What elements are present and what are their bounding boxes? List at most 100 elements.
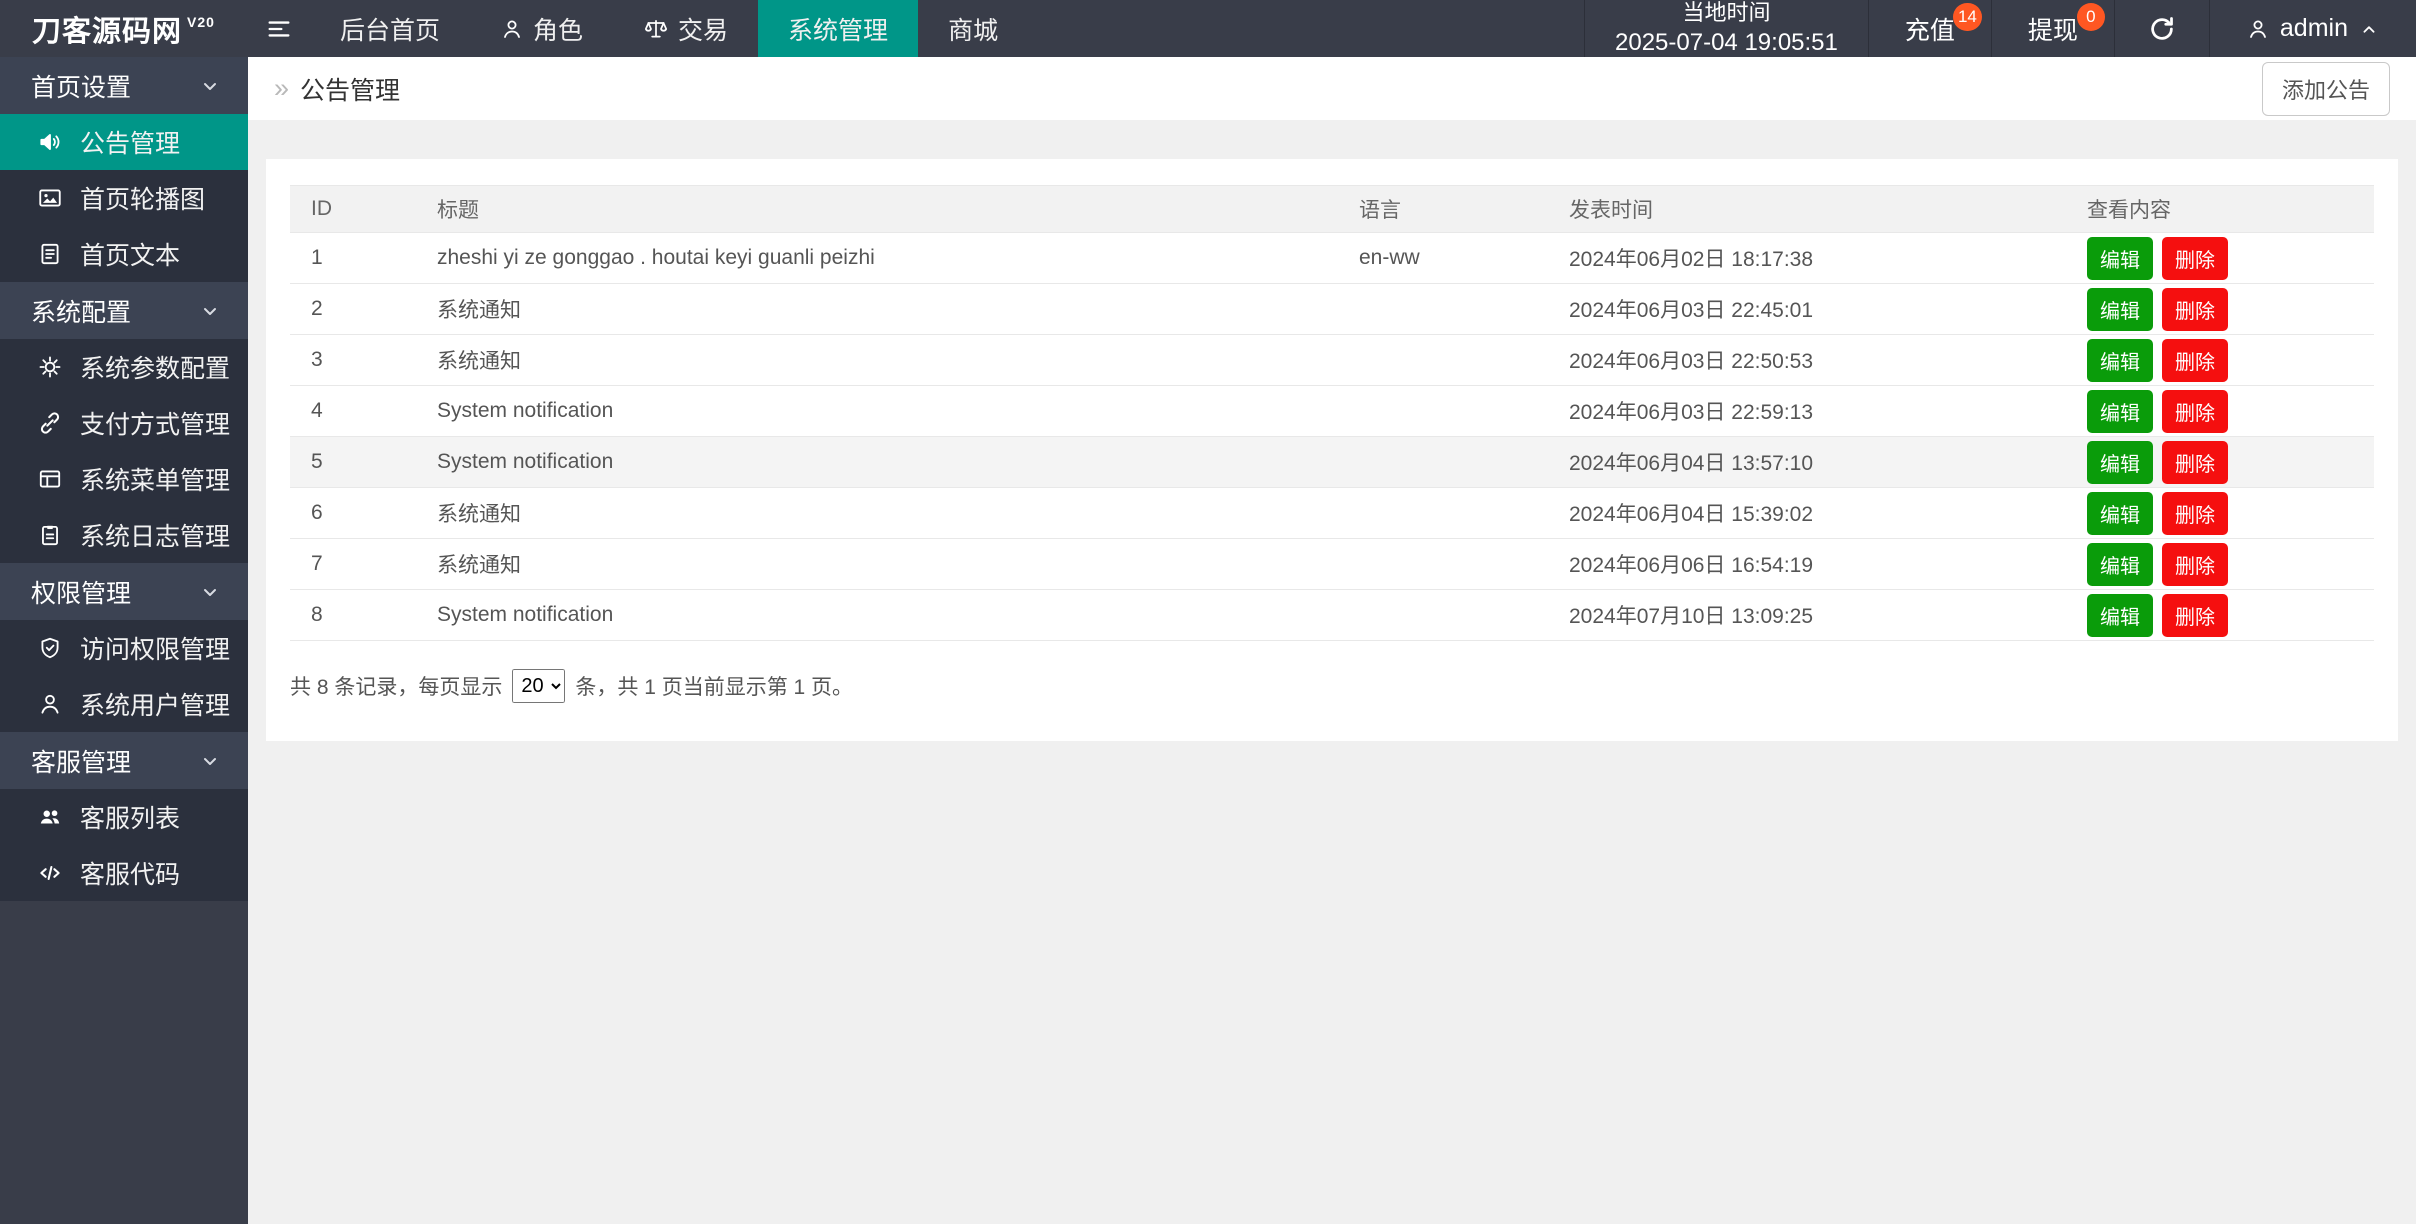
cell-id: 3 [290,334,416,386]
cell-published: 2024年07月10日 13:09:25 [1548,589,2066,641]
edit-button[interactable]: 编辑 [2087,593,2153,637]
log-clipboard-icon [37,522,63,548]
chevron-down-icon [198,749,222,773]
delete-button[interactable]: 删除 [2162,287,2228,331]
breadcrumb-bar: » 公告管理 添加公告 [248,57,2416,120]
sidebar-item-label: 系统日志管理 [80,523,231,551]
column-header-actions: 查看内容 [2066,185,2374,233]
cell-title: 系统通知 [416,334,1338,386]
sidebar-group-items: 访问权限管理 系统用户管理 [0,620,248,732]
top-menu-item-shop[interactable]: 商城 [918,0,1028,57]
top-menu-item-dashboard[interactable]: 后台首页 [310,0,470,57]
cell-language [1338,436,1548,488]
column-header-id: ID [290,185,416,233]
sidebar-group-permissions[interactable]: 权限管理 [0,563,248,620]
cell-published: 2024年06月03日 22:50:53 [1548,334,2066,386]
sidebar-group-home-settings[interactable]: 首页设置 [0,57,248,114]
link-icon [37,410,63,436]
sidebar-group-system-config[interactable]: 系统配置 [0,282,248,339]
delete-button[interactable]: 删除 [2162,491,2228,535]
sidebar-item-home-carousel[interactable]: 首页轮播图 [0,170,248,226]
sidebar-collapse-button[interactable] [248,0,310,57]
top-menu-label: 交易 [678,16,729,45]
edit-button[interactable]: 编辑 [2087,542,2153,586]
sidebar-group-support[interactable]: 客服管理 [0,732,248,789]
shield-check-icon [37,635,63,661]
sidebar-group-items: 系统参数配置 支付方式管理 系统菜单管理 系统日志管理 [0,339,248,563]
main-content: » 公告管理 添加公告 ID 标题 语言 发表时间 查看内容 1 zheshi … [248,57,2416,1224]
chevron-down-icon [198,74,222,98]
breadcrumb-chevrons-icon: » [274,73,290,103]
user-menu[interactable]: admin [2208,0,2416,57]
top-menu-item-roles[interactable]: 角色 [470,0,613,57]
cell-published: 2024年06月06日 16:54:19 [1548,538,2066,590]
sidebar-item-system-logs[interactable]: 系统日志管理 [0,507,248,563]
document-icon [37,241,63,267]
top-navbar: 刀客源码网 V20 后台首页 角色 交易 系统管理 商城 当地时间 2025-0… [0,0,2416,57]
delete-button[interactable]: 删除 [2162,338,2228,382]
sidebar-item-label: 支付方式管理 [80,411,231,439]
page-size-select[interactable]: 20 [512,669,566,703]
edit-button[interactable]: 编辑 [2087,389,2153,433]
table-row: 4 System notification 2024年06月03日 22:59:… [290,385,2374,437]
sidebar-item-payment-methods[interactable]: 支付方式管理 [0,395,248,451]
edit-button[interactable]: 编辑 [2087,236,2153,280]
delete-button[interactable]: 删除 [2162,593,2228,637]
table-row: 2 系统通知 2024年06月03日 22:45:01 编辑 删除 [290,283,2374,335]
edit-button[interactable]: 编辑 [2087,338,2153,382]
delete-button[interactable]: 删除 [2162,542,2228,586]
sidebar-item-support-code[interactable]: 客服代码 [0,845,248,901]
sidebar-item-system-users[interactable]: 系统用户管理 [0,676,248,732]
cell-published: 2024年06月04日 15:39:02 [1548,487,2066,539]
withdraw-button[interactable]: 提现 0 [1990,0,2114,57]
sidebar-group-label: 客服管理 [31,748,132,777]
local-time-label: 当地时间 [1682,0,1771,25]
sidebar-item-support-list[interactable]: 客服列表 [0,789,248,845]
users-icon [37,804,63,830]
table-row: 3 系统通知 2024年06月03日 22:50:53 编辑 删除 [290,334,2374,386]
sidebar: 首页设置 公告管理 首页轮播图 首页文本 系统配置 系统参数配置 支付方式管理 … [0,57,248,1224]
sidebar-item-announcements[interactable]: 公告管理 [0,114,248,170]
column-header-published: 发表时间 [1548,185,2066,233]
sidebar-group-label: 首页设置 [31,73,132,102]
table-row: 1 zheshi yi ze gonggao . houtai keyi gua… [290,232,2374,284]
person-icon [500,17,524,41]
sidebar-item-label: 客服列表 [80,805,181,833]
withdraw-badge: 0 [2076,3,2105,31]
sidebar-group-items: 公告管理 首页轮播图 首页文本 [0,114,248,282]
cell-title: System notification [416,589,1338,641]
sidebar-item-access-permissions[interactable]: 访问权限管理 [0,620,248,676]
user-avatar-icon [2246,17,2270,41]
cell-id: 4 [290,385,416,437]
chevron-down-icon [198,299,222,323]
sidebar-item-label: 首页轮播图 [80,186,206,214]
edit-button[interactable]: 编辑 [2087,440,2153,484]
cell-published: 2024年06月02日 18:17:38 [1548,232,2066,284]
app-logo[interactable]: 刀客源码网 V20 [0,0,248,57]
cell-title: 系统通知 [416,538,1338,590]
cell-title: System notification [416,436,1338,488]
sidebar-item-home-text[interactable]: 首页文本 [0,226,248,282]
delete-button[interactable]: 删除 [2162,389,2228,433]
sidebar-item-label: 系统菜单管理 [80,467,231,495]
top-menu-label: 后台首页 [340,16,441,45]
sidebar-item-label: 系统参数配置 [80,355,231,383]
edit-button[interactable]: 编辑 [2087,491,2153,535]
edit-button[interactable]: 编辑 [2087,287,2153,331]
sidebar-item-system-params[interactable]: 系统参数配置 [0,339,248,395]
add-announcement-button[interactable]: 添加公告 [2261,61,2390,116]
cell-id: 1 [290,232,416,284]
cell-language [1338,385,1548,437]
delete-button[interactable]: 删除 [2162,440,2228,484]
code-icon [37,860,63,886]
sidebar-item-system-menus[interactable]: 系统菜单管理 [0,451,248,507]
recharge-button[interactable]: 充值 14 [1867,0,1991,57]
delete-button[interactable]: 删除 [2162,236,2228,280]
top-menu-item-trade[interactable]: 交易 [613,0,758,57]
recharge-badge: 14 [1952,3,1982,31]
page-title: 公告管理 [300,76,401,105]
top-menu-item-system[interactable]: 系统管理 [758,0,919,57]
refresh-button[interactable] [2113,0,2209,57]
cell-published: 2024年06月04日 13:57:10 [1548,436,2066,488]
chevron-down-icon [198,580,222,604]
